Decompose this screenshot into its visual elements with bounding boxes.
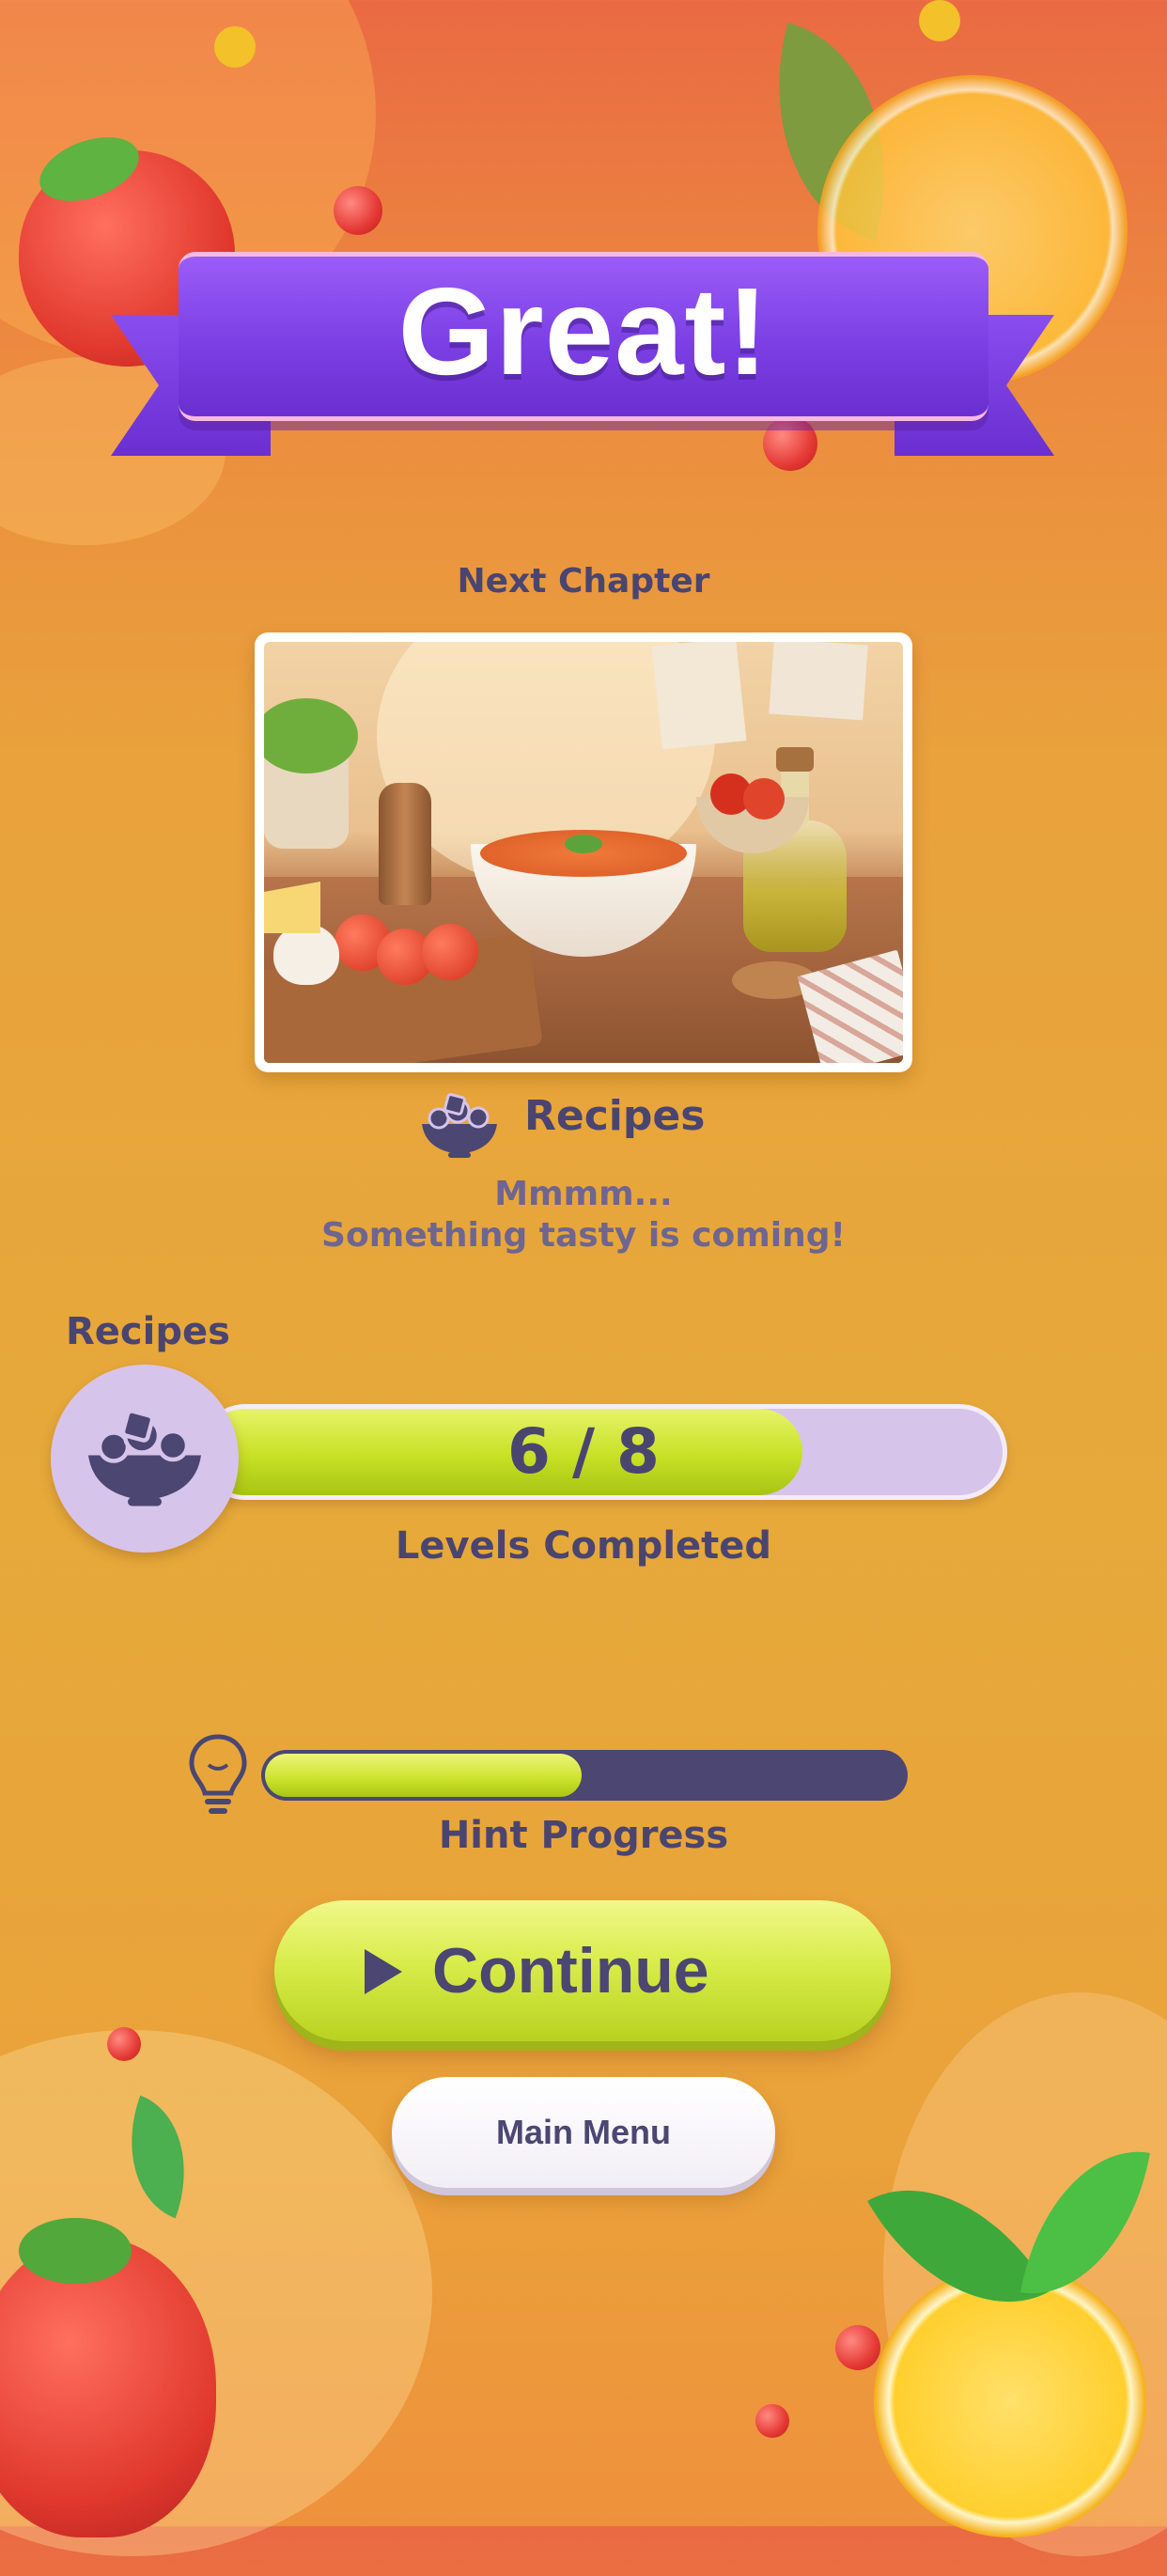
chapter-preview-card [255, 632, 912, 1072]
banner-title: Great! [397, 262, 770, 400]
lightbulb-icon [189, 1734, 247, 1814]
chapter-title-row: Recipes [418, 1090, 794, 1158]
levels-completed-caption: Levels Completed [395, 1524, 772, 1568]
main-menu-button[interactable]: Main Menu [392, 2077, 775, 2188]
chapter-name: Recipes [524, 1092, 706, 1140]
progress-label: Recipes [66, 1310, 230, 1353]
hint-progress-fill [265, 1754, 583, 1797]
main-menu-label: Main Menu [496, 2113, 671, 2151]
soup-scene-illustration [264, 642, 903, 1063]
chapter-message-line2: Something tasty is coming! [321, 1216, 846, 1255]
hint-progress-bar [261, 1750, 908, 1801]
hint-progress-caption: Hint Progress [438, 1814, 729, 1857]
salad-bowl-icon [422, 1093, 497, 1158]
next-chapter-heading: Next Chapter [457, 562, 710, 601]
continue-label: Continue [432, 1935, 709, 2006]
salad-bowl-icon [88, 1409, 201, 1507]
levels-progress-count: 6 / 8 [507, 1415, 660, 1488]
play-icon [365, 1949, 402, 1994]
chapter-message-line1: Mmmm... [494, 1175, 673, 1213]
continue-button[interactable]: Continue [274, 1900, 891, 2041]
